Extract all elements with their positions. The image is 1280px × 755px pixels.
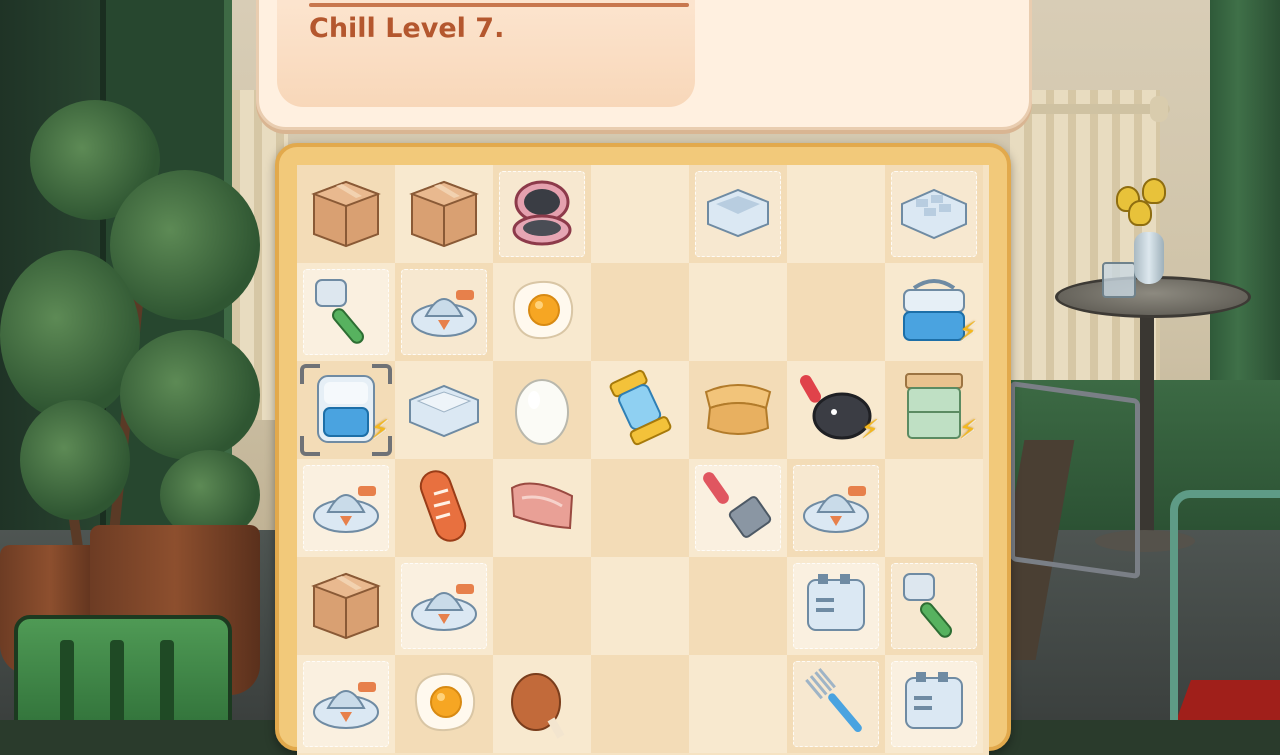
board-cell-waffle-maker[interactable] <box>493 165 591 263</box>
fried-egg-icon[interactable] <box>502 270 582 354</box>
bacon-icon[interactable] <box>502 466 582 550</box>
dialog-text-box: Chill Level 7. <box>277 0 695 107</box>
vase <box>1134 232 1164 284</box>
curtain-rod-end <box>1150 96 1168 122</box>
box-icon[interactable] <box>306 564 386 648</box>
box-icon[interactable] <box>404 172 484 256</box>
board-cell-cabinet[interactable]: ⚡ <box>885 361 983 459</box>
glass <box>1102 262 1136 298</box>
board-cell-fork[interactable] <box>787 655 885 753</box>
juicer-icon[interactable] <box>306 466 386 550</box>
board-cell-empty[interactable] <box>689 263 787 361</box>
waffle-maker-icon[interactable] <box>502 172 582 256</box>
metal-chair <box>1010 380 1140 580</box>
board-cell-fried-egg[interactable] <box>493 263 591 361</box>
board-cell-juicer[interactable] <box>297 459 395 557</box>
board-cell-empty[interactable] <box>689 655 787 753</box>
lightning-badge-icon: ⚡ <box>958 415 977 445</box>
board-cell-bacon[interactable] <box>493 459 591 557</box>
board-cell-juicer[interactable] <box>787 459 885 557</box>
selection-frame <box>300 364 392 456</box>
board-cell-meat-tenderizer[interactable] <box>885 557 983 655</box>
lightning-badge-icon: ⚡ <box>860 415 879 445</box>
board-cell-container[interactable] <box>395 361 493 459</box>
toaster-icon[interactable] <box>894 662 974 746</box>
board-cell-meat-tenderizer[interactable] <box>297 263 395 361</box>
board-cell-mini-fridge[interactable]: ⚡ <box>297 361 395 459</box>
board-cell-ice-cube-tray[interactable] <box>885 165 983 263</box>
board-cell-spatula[interactable] <box>689 459 787 557</box>
board-cell-cooler-box[interactable]: ⚡ <box>885 263 983 361</box>
board-cell-toaster[interactable] <box>885 655 983 753</box>
fried-egg-icon[interactable] <box>404 662 484 746</box>
chicken-leg-icon[interactable] <box>502 662 582 746</box>
board-cell-empty[interactable] <box>591 165 689 263</box>
board-cell-juicer[interactable] <box>297 655 395 753</box>
chair-slat <box>110 640 124 720</box>
juicer-icon[interactable] <box>796 466 876 550</box>
board-cell-juicer[interactable] <box>395 557 493 655</box>
mallet-icon[interactable] <box>306 270 386 354</box>
board-cell-empty[interactable] <box>885 459 983 557</box>
board-cell-cardboard-box[interactable] <box>297 557 395 655</box>
egg-icon[interactable] <box>502 368 582 452</box>
juicer-icon[interactable] <box>404 564 484 648</box>
board-cell-empty[interactable] <box>591 655 689 753</box>
juicer-icon[interactable] <box>306 662 386 746</box>
board-cell-crepe[interactable] <box>689 361 787 459</box>
board-cell-empty[interactable] <box>591 263 689 361</box>
board-grid: ⚡ ⚡ ⚡ ⚡ <box>297 165 983 753</box>
spatula-icon[interactable] <box>698 466 778 550</box>
merge-board: ⚡ ⚡ ⚡ ⚡ <box>275 143 1011 755</box>
crepe-icon[interactable] <box>698 368 778 452</box>
container-icon[interactable] <box>404 368 484 452</box>
juicer-icon[interactable] <box>404 270 484 354</box>
toaster-icon[interactable] <box>796 564 876 648</box>
flower <box>1142 178 1166 204</box>
flower <box>1128 200 1152 226</box>
table-leg <box>1140 310 1154 540</box>
dialog-divider <box>309 3 689 7</box>
chair-slat <box>160 640 174 720</box>
plant-foliage <box>120 330 260 460</box>
plant-foliage <box>20 400 130 520</box>
board-cell-toaster[interactable] <box>787 557 885 655</box>
board-cell-cardboard-box[interactable] <box>395 165 493 263</box>
board-cell-frying-pan[interactable]: ⚡ <box>787 361 885 459</box>
ice-cube-tray-icon[interactable] <box>894 172 974 256</box>
fork-icon[interactable] <box>796 662 876 746</box>
ice-tray-icon[interactable] <box>698 172 778 256</box>
box-icon[interactable] <box>306 172 386 256</box>
chair-slat <box>60 640 74 720</box>
dialog-message: Chill Level 7. <box>309 13 505 44</box>
mallet-icon[interactable] <box>894 564 974 648</box>
board-cell-empty[interactable] <box>787 165 885 263</box>
board-cell-sausage[interactable] <box>395 459 493 557</box>
board-cell-empty[interactable] <box>591 459 689 557</box>
plant-foliage <box>0 250 140 420</box>
board-cell-chicken-leg[interactable] <box>493 655 591 753</box>
blender-jar-icon[interactable] <box>600 368 680 452</box>
board-cell-fried-egg[interactable] <box>395 655 493 753</box>
dialog-panel: Chill Level 7. <box>256 0 1032 130</box>
board-cell-juicer[interactable] <box>395 263 493 361</box>
lightning-badge-icon: ⚡ <box>958 317 977 347</box>
board-cell-egg[interactable] <box>493 361 591 459</box>
board-cell-blender-jar[interactable] <box>591 361 689 459</box>
sausage-icon[interactable] <box>404 466 484 550</box>
board-inner: ⚡ ⚡ ⚡ ⚡ <box>297 165 989 755</box>
board-cell-empty[interactable] <box>591 557 689 655</box>
board-cell-empty[interactable] <box>689 557 787 655</box>
board-cell-empty[interactable] <box>787 263 885 361</box>
board-cell-empty[interactable] <box>493 557 591 655</box>
green-chair-right <box>1170 490 1280 720</box>
board-cell-ice-tray[interactable] <box>689 165 787 263</box>
board-cell-cardboard-box[interactable] <box>297 165 395 263</box>
